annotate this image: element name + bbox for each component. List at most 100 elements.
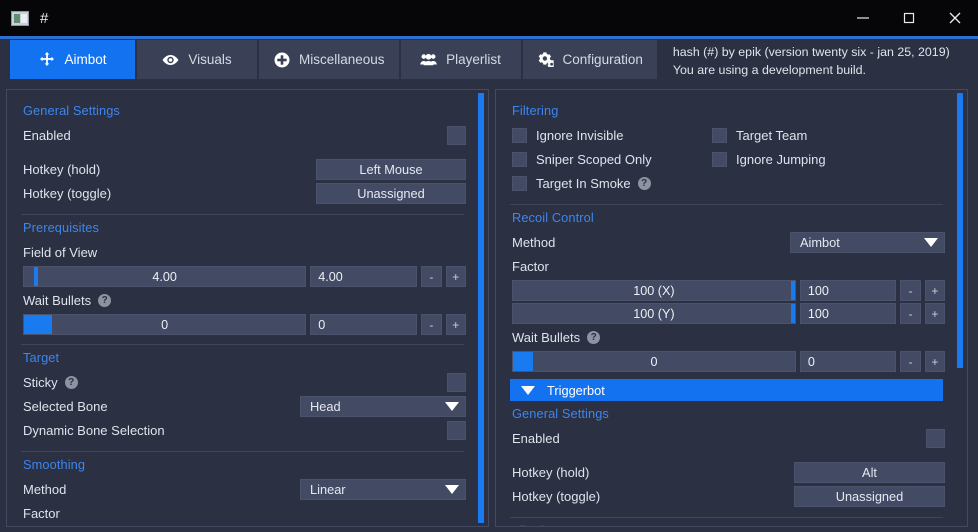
close-button[interactable] <box>932 0 978 36</box>
filter-target-team[interactable]: Target Team <box>712 128 807 143</box>
filter-ignore-jumping[interactable]: Ignore Jumping <box>712 152 826 167</box>
recoil-factor-y-minus-button[interactable]: - <box>900 303 920 324</box>
triggerbot-hotkey-toggle-button[interactable]: Unassigned <box>794 486 945 507</box>
left-panel-scroll-thumb[interactable] <box>478 93 484 523</box>
fov-plus-button[interactable]: + <box>446 266 466 287</box>
aimbot-left-panel-body: General Settings Enabled Hotkey (hold) L… <box>7 90 488 526</box>
fov-minus-button[interactable]: - <box>421 266 441 287</box>
section-title-filtering: Filtering <box>512 103 945 118</box>
target-in-smoke-checkbox[interactable] <box>512 176 527 191</box>
triggerbot-collapse-header[interactable]: Triggerbot <box>510 379 943 401</box>
window-title: # <box>40 10 49 27</box>
hotkey-hold-button[interactable]: Left Mouse <box>316 159 466 180</box>
tab-label: Configuration <box>563 52 643 67</box>
recoil-wait-bullets-plus-button[interactable]: + <box>925 351 945 372</box>
hotkey-hold-label: Hotkey (hold) <box>23 162 100 177</box>
wait-bullets-number-field[interactable]: 0 <box>310 314 417 335</box>
row-filter-2: Sniper Scoped Only Ignore Jumping <box>508 148 945 171</box>
wait-bullets-help-icon[interactable]: ? <box>98 294 111 307</box>
triggerbot-hotkey-hold-button[interactable]: Alt <box>794 462 945 483</box>
crosshair-move-icon <box>38 51 55 68</box>
wait-bullets-minus-button[interactable]: - <box>421 314 441 335</box>
hotkey-toggle-button[interactable]: Unassigned <box>316 183 466 204</box>
wait-bullets-label: Wait Bullets <box>23 293 91 308</box>
fov-number-field[interactable]: 4.00 <box>310 266 417 287</box>
sticky-label: Sticky <box>23 375 58 390</box>
filter-sniper-scoped-only[interactable]: Sniper Scoped Only <box>512 152 712 167</box>
hotkey-toggle-label: Hotkey (toggle) <box>23 186 111 201</box>
filter-ignore-invisible[interactable]: Ignore Invisible <box>512 128 712 143</box>
right-panel-scrollbar[interactable] <box>956 93 964 523</box>
left-panel-scrollbar[interactable] <box>477 93 485 523</box>
fov-slider[interactable]: 4.00 <box>23 266 306 287</box>
recoil-factor-x-slider-value: 100 (X) <box>633 284 674 298</box>
tab-miscellaneous[interactable]: Miscellaneous <box>259 40 401 79</box>
right-panel-scroll-thumb[interactable] <box>957 93 963 368</box>
tab-configuration[interactable]: Configuration <box>523 40 659 79</box>
recoil-factor-y-plus-button[interactable]: + <box>925 303 945 324</box>
smoothing-factor-label: Factor <box>23 506 60 521</box>
row-hotkey-hold: Hotkey (hold) Left Mouse <box>19 158 466 181</box>
recoil-factor-x-slider-marker <box>791 281 795 300</box>
recoil-factor-x-number-field[interactable]: 100 <box>800 280 897 301</box>
filter-target-in-smoke[interactable]: Target In Smoke ? <box>512 176 651 191</box>
selected-bone-value: Head <box>310 399 341 414</box>
target-in-smoke-help-icon[interactable]: ? <box>638 177 651 190</box>
sniper-scoped-only-checkbox[interactable] <box>512 152 527 167</box>
row-smoothing-factor-label: Factor <box>19 502 466 525</box>
recoil-wait-bullets-help-icon[interactable]: ? <box>587 331 600 344</box>
recoil-factor-y-slider[interactable]: 100 (Y) <box>512 303 796 324</box>
target-team-checkbox[interactable] <box>712 128 727 143</box>
sticky-help-icon[interactable]: ? <box>65 376 78 389</box>
row-filter-3: Target In Smoke ? <box>508 172 945 195</box>
row-gap <box>508 451 945 460</box>
aimbot-right-panel: Filtering Ignore Invisible Target Team S… <box>495 89 968 527</box>
row-fov-label: Field of View <box>19 241 466 264</box>
recoil-factor-x-minus-button[interactable]: - <box>900 280 920 301</box>
row-recoil-wait-bullets-controls: 0 0 - + <box>508 351 945 372</box>
ignore-invisible-checkbox[interactable] <box>512 128 527 143</box>
tab-visuals[interactable]: Visuals <box>137 40 259 79</box>
row-triggerbot-hotkey-hold: Hotkey (hold) Alt <box>508 461 945 484</box>
tab-playerlist[interactable]: Playerlist <box>401 40 523 79</box>
recoil-wait-bullets-minus-button[interactable]: - <box>900 351 920 372</box>
recoil-factor-x-plus-button[interactable]: + <box>925 280 945 301</box>
fov-slider-marker <box>34 267 38 286</box>
tab-label: Aimbot <box>64 52 106 67</box>
recoil-factor-y-number-field[interactable]: 100 <box>800 303 897 324</box>
recoil-factor-y-slider-marker <box>791 304 795 323</box>
application-window: # Aimbot Visuals <box>0 0 978 532</box>
recoil-method-dropdown[interactable]: Aimbot <box>790 232 945 253</box>
minimize-button[interactable] <box>840 0 886 36</box>
row-triggerbot-enabled: Enabled <box>508 427 945 450</box>
recoil-factor-y-slider-value: 100 (Y) <box>633 307 674 321</box>
triggerbot-hotkey-hold-label: Hotkey (hold) <box>512 465 589 480</box>
tab-aimbot[interactable]: Aimbot <box>10 40 137 79</box>
recoil-wait-bullets-slider[interactable]: 0 <box>512 351 796 372</box>
chevron-down-icon <box>521 386 535 395</box>
maximize-button[interactable] <box>886 0 932 36</box>
recoil-factor-x-slider[interactable]: 100 (X) <box>512 280 796 301</box>
app-icon <box>11 11 29 26</box>
wait-bullets-slider[interactable]: 0 <box>23 314 306 335</box>
row-wait-bullets-controls: 0 0 - + <box>19 314 466 335</box>
row-triggerbot-hotkey-toggle: Hotkey (toggle) Unassigned <box>508 485 945 508</box>
section-divider <box>21 451 464 452</box>
selected-bone-dropdown[interactable]: Head <box>300 396 466 417</box>
panels-container: General Settings Enabled Hotkey (hold) L… <box>0 84 978 532</box>
aimbot-left-panel: General Settings Enabled Hotkey (hold) L… <box>6 89 489 527</box>
row-recoil-wait-bullets-label: Wait Bullets ? <box>508 326 945 349</box>
plus-circle-icon <box>273 51 290 68</box>
triggerbot-enabled-checkbox[interactable] <box>926 429 945 448</box>
ignore-jumping-checkbox[interactable] <box>712 152 727 167</box>
smoothing-method-dropdown[interactable]: Linear <box>300 479 466 500</box>
wait-bullets-plus-button[interactable]: + <box>446 314 466 335</box>
row-hotkey-toggle: Hotkey (toggle) Unassigned <box>19 182 466 205</box>
dynamic-bone-checkbox[interactable] <box>447 421 466 440</box>
section-divider <box>510 204 943 205</box>
enabled-checkbox[interactable] <box>447 126 466 145</box>
fov-slider-value: 4.00 <box>152 270 177 284</box>
recoil-wait-bullets-number-field[interactable]: 0 <box>800 351 897 372</box>
tab-label: Visuals <box>188 52 231 67</box>
sticky-checkbox[interactable] <box>447 373 466 392</box>
